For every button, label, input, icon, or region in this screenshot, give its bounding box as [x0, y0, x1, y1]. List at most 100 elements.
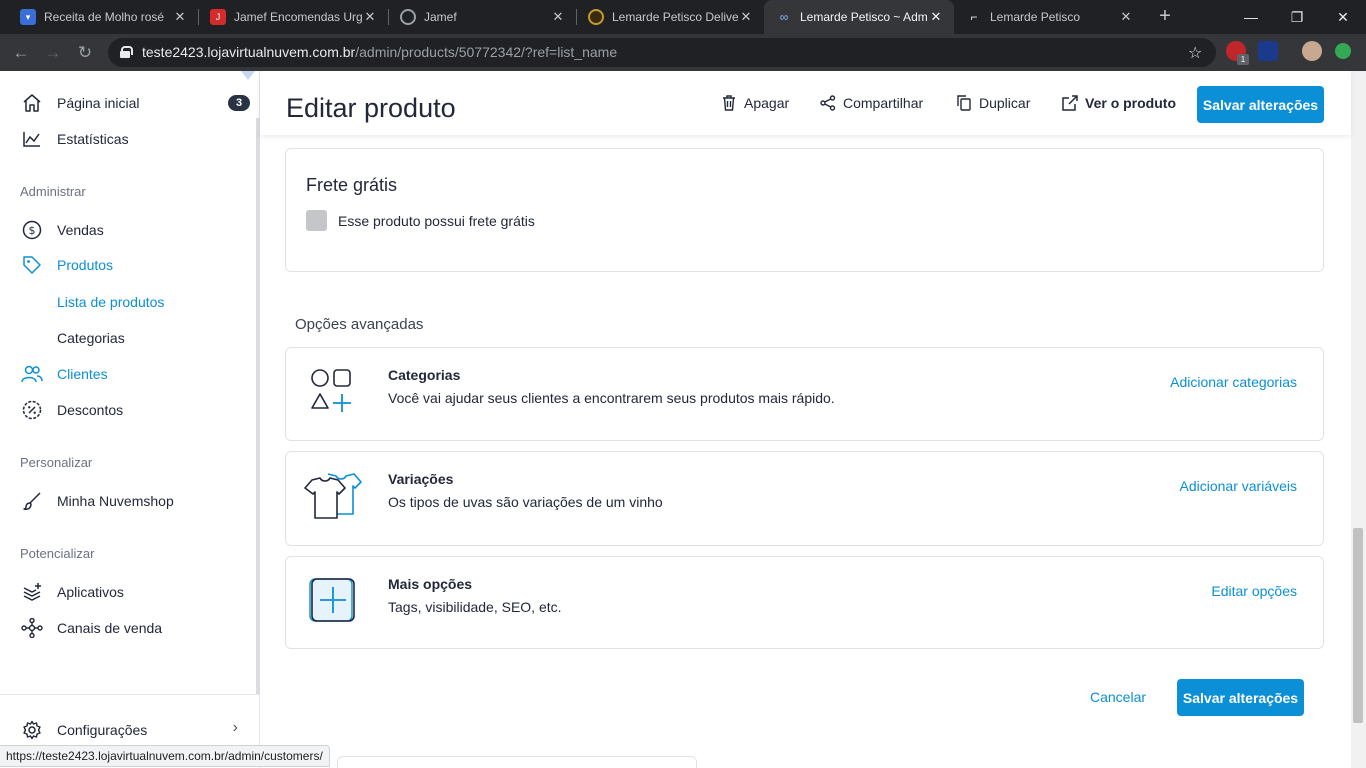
free-shipping-label: Esse produto possui frete grátis — [338, 213, 535, 229]
close-tab-icon[interactable]: ✕ — [550, 9, 566, 25]
tshirt-icon — [304, 470, 362, 520]
browser-tab[interactable]: ⌐ Lemarde Petisco ✕ — [954, 0, 1144, 34]
sidebar-section-customize: Personalizar — [20, 455, 93, 470]
sidebar-item-settings[interactable]: Configurações › — [20, 716, 250, 744]
save-button-header[interactable]: Salvar alterações — [1197, 86, 1324, 123]
lemarde-mark-icon: ⌐ — [970, 10, 978, 24]
browser-tab-bar: ▾ Receita de Molho rosé ✕ J Jamef Encome… — [0, 0, 1366, 34]
page-scrollbar-thumb[interactable] — [1353, 528, 1363, 723]
reload-icon[interactable]: ↻ — [74, 42, 96, 64]
new-tab-icon[interactable]: + — [1155, 6, 1175, 26]
edit-options-link[interactable]: Editar opções — [1211, 583, 1297, 599]
free-shipping-checkbox[interactable] — [306, 210, 327, 231]
trash-icon — [721, 95, 737, 111]
sidebar-divider — [0, 694, 259, 695]
sidebar-item-sales[interactable]: $ Vendas — [20, 216, 250, 244]
svg-text:$: $ — [29, 224, 36, 237]
extension-badge: 1 — [1237, 54, 1249, 65]
tag-icon — [20, 253, 44, 277]
notification-badge: 3 — [228, 95, 250, 111]
browser-tab-active[interactable]: ∞ Lemarde Petisco ~ Adm ✕ — [764, 0, 954, 34]
back-icon[interactable]: ← — [10, 42, 32, 64]
gear-icon — [20, 718, 44, 742]
sidebar-item-home[interactable]: Página inicial 3 — [20, 89, 250, 117]
jamef-logo-icon: J — [210, 9, 226, 25]
option-title: Categorias — [388, 367, 461, 383]
delete-button[interactable]: Apagar — [721, 95, 789, 111]
sidebar-item-products[interactable]: Produtos — [20, 251, 250, 279]
partial-card — [337, 756, 697, 768]
page-header: Editar produto Apagar Compartilhar Dupli… — [260, 71, 1351, 135]
share-button[interactable]: Compartilhar — [820, 95, 923, 111]
update-icon[interactable] — [1335, 43, 1351, 59]
add-categories-link[interactable]: Adicionar categorias — [1170, 374, 1297, 390]
add-variants-link[interactable]: Adicionar variáveis — [1180, 478, 1298, 494]
close-tab-icon[interactable]: ✕ — [1118, 9, 1134, 25]
browser-toolbar: ← → ↻ teste2423.lojavirtualnuvem.com.br/… — [0, 34, 1366, 71]
sidebar-item-mystore[interactable]: Minha Nuvemshop — [20, 487, 250, 515]
close-tab-icon[interactable]: ✕ — [172, 9, 188, 25]
chevron-right-icon: › — [232, 719, 238, 736]
home-icon — [20, 91, 44, 115]
browser-tab[interactable]: Lemarde Petisco Delive ✕ — [576, 0, 764, 34]
discount-icon — [20, 398, 44, 422]
free-shipping-title: Frete grátis — [306, 175, 398, 195]
bookmark-star-icon[interactable]: ☆ — [1188, 43, 1202, 63]
sidebar-scrollbar[interactable] — [256, 118, 260, 694]
option-description: Os tipos de uvas são variações de um vin… — [388, 494, 663, 510]
apps-layers-icon — [20, 580, 44, 604]
free-shipping-card: Frete grátis Esse produto possui frete g… — [285, 148, 1324, 272]
sidebar-section-boost: Potencializar — [20, 546, 95, 561]
restore-icon[interactable]: ❐ — [1274, 0, 1320, 34]
forward-icon[interactable]: → — [42, 42, 64, 64]
copy-icon — [956, 95, 972, 111]
close-tab-icon[interactable]: ✕ — [928, 9, 944, 25]
option-card-variations: Variações Os tipos de uvas são variações… — [285, 451, 1324, 546]
sidebar-item-stats[interactable]: Estatísticas — [20, 125, 250, 153]
sidebar-section-admin: Administrar — [20, 184, 86, 199]
dollar-circle-icon: $ — [20, 218, 44, 242]
sidebar-item-discounts[interactable]: Descontos — [20, 396, 250, 424]
sidebar-item-categories[interactable]: Categorias — [57, 330, 125, 346]
option-description: Tags, visibilidade, SEO, etc. — [388, 599, 562, 615]
screen-extension-icon[interactable] — [1258, 41, 1278, 61]
advanced-options-title: Opções avançadas — [295, 316, 424, 333]
view-product-button[interactable]: Ver o produto — [1062, 95, 1176, 111]
profile-avatar[interactable] — [1302, 41, 1322, 61]
share-icon — [820, 95, 836, 111]
duplicate-button[interactable]: Duplicar — [956, 95, 1030, 111]
sidebar-item-channels[interactable]: Canais de venda — [20, 614, 250, 642]
chart-icon — [20, 127, 44, 151]
external-link-icon — [1062, 95, 1078, 111]
minimize-icon[interactable]: — — [1228, 0, 1274, 34]
save-button-footer[interactable]: Salvar alterações — [1177, 679, 1304, 716]
browser-tab[interactable]: ▾ Receita de Molho rosé ✕ — [8, 0, 198, 34]
address-bar[interactable]: teste2423.lojavirtualnuvem.com.br/admin/… — [108, 38, 1216, 67]
option-card-more: Mais opções Tags, visibilidade, SEO, etc… — [285, 556, 1324, 649]
globe-icon — [400, 9, 416, 25]
cancel-button[interactable]: Cancelar — [1090, 689, 1146, 705]
plus-square-icon — [304, 575, 358, 625]
option-description: Você vai ajudar seus clientes a encontra… — [388, 390, 835, 406]
option-title: Mais opções — [388, 576, 473, 592]
browser-tab[interactable]: J Jamef Encomendas Urg ✕ — [198, 0, 388, 34]
sidebar-scroll-arrow-icon — [241, 71, 255, 80]
brush-icon — [20, 489, 44, 513]
sidebar-item-customers[interactable]: Clientes — [20, 360, 250, 388]
browser-tab[interactable]: Jamef ✕ — [388, 0, 576, 34]
option-title: Variações — [388, 471, 454, 487]
option-card-categories: Categorias Você vai ajudar seus clientes… — [285, 347, 1324, 441]
url-text: teste2423.lojavirtualnuvem.com.br/admin/… — [142, 44, 618, 60]
sidebar-item-product-list[interactable]: Lista de produtos — [57, 294, 164, 310]
sidebar-item-apps[interactable]: Aplicativos — [20, 578, 250, 606]
bookmark-icon: ▾ — [20, 9, 36, 25]
close-tab-icon[interactable]: ✕ — [738, 9, 754, 25]
page-title: Editar produto — [286, 93, 456, 123]
lemarde-logo-icon — [588, 9, 604, 25]
lock-icon — [120, 46, 133, 58]
network-icon — [20, 616, 44, 640]
nuvemshop-logo-icon: ∞ — [779, 10, 789, 24]
close-window-icon[interactable]: ✕ — [1320, 0, 1366, 34]
close-tab-icon[interactable]: ✕ — [362, 9, 378, 25]
users-icon — [20, 362, 44, 386]
